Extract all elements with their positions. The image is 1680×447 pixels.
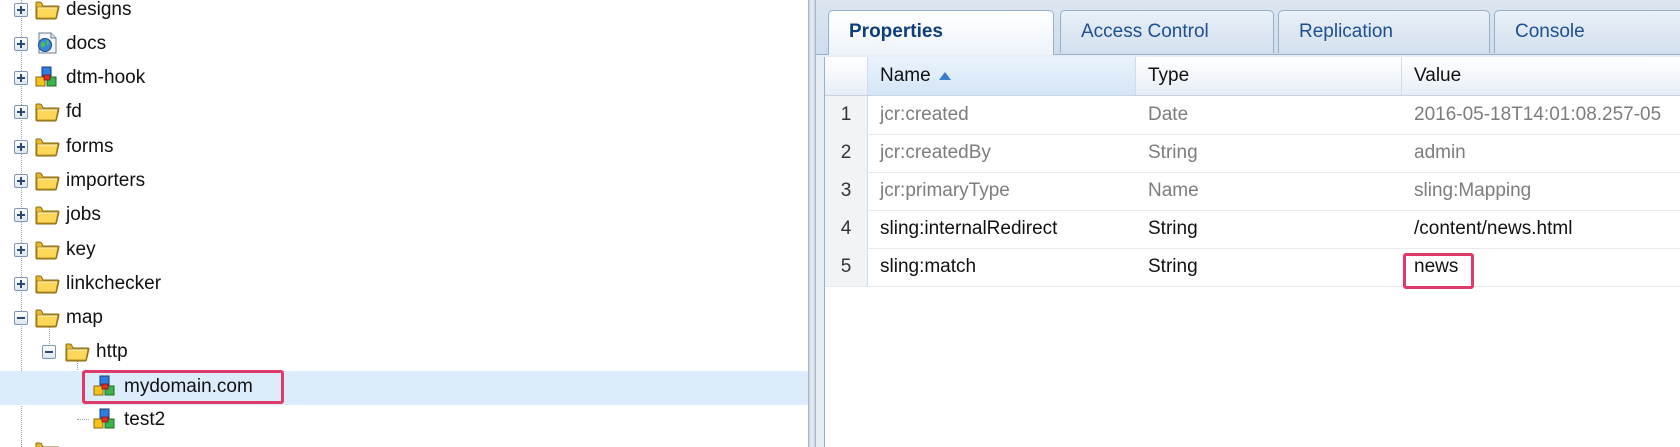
table-row[interactable]: 5 sling:match String news bbox=[825, 248, 1680, 287]
header-name-label: Name bbox=[880, 65, 931, 86]
collapse-icon[interactable] bbox=[42, 345, 56, 359]
tree-node-label: forms bbox=[66, 136, 114, 157]
tree-node-label: http bbox=[96, 341, 128, 362]
tree-node-jobs[interactable]: jobs bbox=[0, 198, 808, 232]
cell-value[interactable]: /content/news.html bbox=[1402, 210, 1680, 248]
cell-value[interactable]: sling:Mapping bbox=[1402, 172, 1680, 210]
table-row[interactable]: 2 jcr:createdBy String admin bbox=[825, 134, 1680, 173]
folder-icon bbox=[34, 99, 60, 123]
tree-node-label: fd bbox=[66, 101, 82, 122]
tree-node-label: docs bbox=[66, 33, 107, 54]
folder-icon bbox=[34, 237, 60, 261]
value-highlight-box bbox=[1403, 253, 1474, 289]
row-number: 2 bbox=[825, 134, 868, 172]
cell-type[interactable]: String bbox=[1136, 210, 1402, 248]
folder-icon bbox=[34, 271, 60, 295]
cell-type[interactable]: String bbox=[1136, 134, 1402, 172]
table-row[interactable]: 1 jcr:created Date 2016-05-18T14:01:08.2… bbox=[825, 96, 1680, 135]
tree-node-label: dtm-hook bbox=[66, 67, 146, 88]
tree-node-linkchecker[interactable]: linkchecker bbox=[0, 267, 808, 301]
row-number: 1 bbox=[825, 96, 868, 134]
tab-replication[interactable]: Replication bbox=[1278, 10, 1490, 53]
cell-value[interactable]: 2016-05-18T14:01:08.257-05 bbox=[1402, 96, 1680, 134]
node-cubes-icon bbox=[34, 65, 60, 89]
cell-type[interactable]: Name bbox=[1136, 172, 1402, 210]
cell-name[interactable]: sling:internalRedirect bbox=[868, 210, 1136, 248]
tree-node-test2[interactable]: test2 bbox=[0, 403, 808, 437]
document-globe-icon bbox=[34, 31, 60, 55]
row-number: 3 bbox=[825, 172, 868, 210]
cell-name[interactable]: jcr:primaryType bbox=[868, 172, 1136, 210]
tree-node-designs[interactable]: designs bbox=[0, 0, 808, 27]
header-row-number bbox=[825, 57, 868, 95]
tree-node-forms[interactable]: forms bbox=[0, 130, 808, 164]
expand-icon[interactable] bbox=[14, 277, 28, 291]
header-name[interactable]: Name bbox=[868, 57, 1136, 95]
tab-console[interactable]: Console bbox=[1494, 10, 1680, 53]
collapse-icon[interactable] bbox=[14, 311, 28, 325]
tree-node-label: test2 bbox=[124, 409, 166, 430]
node-cubes-icon bbox=[92, 407, 118, 431]
tab-access-control[interactable]: Access Control bbox=[1060, 10, 1274, 53]
expand-icon[interactable] bbox=[14, 105, 28, 119]
header-type[interactable]: Type bbox=[1136, 57, 1402, 95]
tab-properties[interactable]: Properties bbox=[828, 10, 1054, 55]
tree-node-label: key bbox=[66, 239, 96, 260]
tree-node-dtm-hook[interactable]: dtm-hook bbox=[0, 61, 808, 95]
row-number: 5 bbox=[825, 248, 868, 286]
tree-node-importers[interactable]: importers bbox=[0, 164, 808, 198]
tree-node-label: map bbox=[66, 307, 103, 328]
tree-node-key[interactable]: key bbox=[0, 233, 808, 267]
table-row[interactable]: 3 jcr:primaryType Name sling:Mapping bbox=[825, 172, 1680, 211]
tree-node-label: linkchecker bbox=[66, 273, 162, 294]
expand-icon[interactable] bbox=[14, 174, 28, 188]
folder-icon bbox=[64, 339, 90, 363]
repository-tree: designs docs dtm-hook fd forms importers… bbox=[0, 0, 808, 447]
cell-name[interactable]: jcr:createdBy bbox=[868, 134, 1136, 172]
folder-icon bbox=[34, 134, 60, 158]
tree-node-map[interactable]: map bbox=[0, 301, 808, 335]
sort-ascending-icon bbox=[938, 71, 951, 80]
tree-node-label: importers bbox=[66, 170, 146, 191]
expand-icon[interactable] bbox=[14, 37, 28, 51]
tree-node-label: designs bbox=[66, 0, 132, 20]
properties-grid: Name Type Value 1 jcr:created Date 2016-… bbox=[824, 57, 1680, 447]
expand-icon[interactable] bbox=[14, 243, 28, 257]
tab-strip: Properties Access Control Replication Co… bbox=[816, 0, 1680, 55]
cell-name[interactable]: sling:match bbox=[868, 248, 1136, 286]
expand-icon[interactable] bbox=[14, 208, 28, 222]
cell-value[interactable]: admin bbox=[1402, 134, 1680, 172]
cell-name[interactable]: jcr:created bbox=[868, 96, 1136, 134]
row-number: 4 bbox=[825, 210, 868, 248]
cell-type[interactable]: Date bbox=[1136, 96, 1402, 134]
header-value[interactable]: Value bbox=[1402, 57, 1680, 95]
selected-node-highlight-box bbox=[82, 370, 284, 404]
expand-icon[interactable] bbox=[14, 71, 28, 85]
tree-node-fd[interactable]: fd bbox=[0, 95, 808, 129]
folder-icon bbox=[34, 168, 60, 192]
folder-icon bbox=[34, 438, 60, 447]
expand-icon[interactable] bbox=[14, 140, 28, 154]
tree-node-docs[interactable]: docs bbox=[0, 27, 808, 61]
cell-type[interactable]: String bbox=[1136, 248, 1402, 286]
tree-node-label: jobs bbox=[66, 204, 101, 225]
expand-icon[interactable] bbox=[14, 3, 28, 17]
panel-splitter[interactable] bbox=[808, 0, 816, 447]
table-row[interactable]: 4 sling:internalRedirect String /content… bbox=[825, 210, 1680, 249]
tree-node-http[interactable]: http bbox=[0, 335, 808, 369]
properties-panel: Properties Access Control Replication Co… bbox=[816, 0, 1680, 447]
grid-header: Name Type Value bbox=[825, 57, 1680, 96]
folder-icon bbox=[34, 0, 60, 21]
folder-icon bbox=[34, 305, 60, 329]
folder-icon bbox=[34, 202, 60, 226]
